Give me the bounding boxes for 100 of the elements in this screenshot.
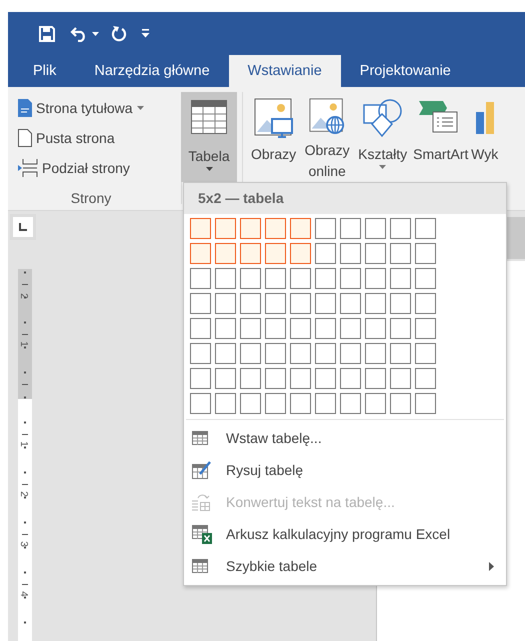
table-grid-cell[interactable] bbox=[340, 268, 361, 289]
table-grid-cell[interactable] bbox=[315, 243, 336, 264]
customize-icon[interactable] bbox=[141, 29, 150, 38]
table-grid-cell[interactable] bbox=[190, 393, 211, 414]
ribbon-tab[interactable]: Plik bbox=[14, 55, 76, 87]
ribbon-button[interactable]: Obrazy bbox=[248, 92, 300, 182]
table-grid-cell[interactable] bbox=[390, 343, 411, 364]
ribbon-button[interactable]: Pusta strona bbox=[18, 126, 176, 149]
table-grid-cell[interactable] bbox=[215, 318, 236, 339]
table-grid-cell[interactable] bbox=[290, 218, 311, 239]
table-grid-cell[interactable] bbox=[415, 343, 436, 364]
ribbon-button[interactable]: Kształty bbox=[355, 92, 410, 182]
table-grid-cell[interactable] bbox=[265, 293, 286, 314]
table-grid-cell[interactable] bbox=[290, 393, 311, 414]
table-grid-cell[interactable] bbox=[190, 243, 211, 264]
ribbon-button[interactable]: Podział strony bbox=[18, 156, 176, 179]
table-grid-cell[interactable] bbox=[190, 343, 211, 364]
table-grid-cell[interactable] bbox=[415, 318, 436, 339]
table-grid-cell[interactable] bbox=[415, 268, 436, 289]
table-grid-cell[interactable] bbox=[390, 293, 411, 314]
table-grid-cell[interactable] bbox=[390, 318, 411, 339]
table-grid-cell[interactable] bbox=[390, 243, 411, 264]
table-grid-cell[interactable] bbox=[240, 343, 261, 364]
ribbon-button[interactable]: Wyk bbox=[468, 92, 498, 182]
table-grid-cell[interactable] bbox=[315, 218, 336, 239]
table-grid-cell[interactable] bbox=[190, 318, 211, 339]
table-grid-cell[interactable] bbox=[365, 368, 386, 389]
table-grid-cell[interactable] bbox=[340, 218, 361, 239]
table-grid-cell[interactable] bbox=[365, 218, 386, 239]
table-grid-cell[interactable] bbox=[315, 293, 336, 314]
tab-stop-selector[interactable] bbox=[13, 217, 33, 237]
table-grid-cell[interactable] bbox=[240, 243, 261, 264]
table-grid-cell[interactable] bbox=[190, 368, 211, 389]
table-grid-cell[interactable] bbox=[340, 318, 361, 339]
table-grid-cell[interactable] bbox=[365, 393, 386, 414]
table-grid-cell[interactable] bbox=[265, 243, 286, 264]
table-grid-cell[interactable] bbox=[365, 343, 386, 364]
menu-item[interactable]: Arkusz kalkulacyjny programu Excel bbox=[184, 518, 506, 550]
undo-icon[interactable] bbox=[70, 26, 88, 42]
ribbon-button[interactable]: SmartArt bbox=[410, 92, 468, 182]
table-grid-cell[interactable] bbox=[240, 218, 261, 239]
table-button[interactable]: Tabela bbox=[181, 92, 237, 182]
table-grid-cell[interactable] bbox=[190, 293, 211, 314]
table-grid-cell[interactable] bbox=[340, 343, 361, 364]
table-grid-cell[interactable] bbox=[365, 293, 386, 314]
table-grid-cell[interactable] bbox=[290, 343, 311, 364]
table-grid-cell[interactable] bbox=[240, 318, 261, 339]
table-grid-cell[interactable] bbox=[190, 218, 211, 239]
redo-icon[interactable] bbox=[111, 25, 127, 42]
table-grid-cell[interactable] bbox=[390, 268, 411, 289]
table-grid-cell[interactable] bbox=[415, 293, 436, 314]
table-grid-cell[interactable] bbox=[390, 218, 411, 239]
ribbon-button[interactable]: Obrazy online bbox=[299, 92, 356, 182]
table-grid-cell[interactable] bbox=[340, 393, 361, 414]
table-grid-cell[interactable] bbox=[415, 393, 436, 414]
table-grid-cell[interactable] bbox=[240, 393, 261, 414]
table-grid-cell[interactable] bbox=[290, 268, 311, 289]
table-grid-cell[interactable] bbox=[215, 368, 236, 389]
table-grid-cell[interactable] bbox=[390, 368, 411, 389]
table-grid-cell[interactable] bbox=[265, 268, 286, 289]
table-grid-cell[interactable] bbox=[415, 218, 436, 239]
table-grid-cell[interactable] bbox=[215, 343, 236, 364]
table-grid-cell[interactable] bbox=[290, 368, 311, 389]
table-grid-cell[interactable] bbox=[315, 368, 336, 389]
table-grid-cell[interactable] bbox=[340, 368, 361, 389]
ribbon-button[interactable]: Strona tytułowa bbox=[18, 96, 176, 119]
table-grid-cell[interactable] bbox=[215, 268, 236, 289]
table-grid-cell[interactable] bbox=[265, 343, 286, 364]
table-grid-cell[interactable] bbox=[290, 318, 311, 339]
ribbon-tab[interactable]: Narzędzia główne bbox=[75, 55, 229, 87]
ribbon-tab[interactable]: Projektowanie bbox=[340, 55, 470, 87]
table-grid-cell[interactable] bbox=[315, 318, 336, 339]
table-grid-cell[interactable] bbox=[265, 218, 286, 239]
table-grid-cell[interactable] bbox=[240, 368, 261, 389]
table-grid-cell[interactable] bbox=[265, 318, 286, 339]
table-grid-cell[interactable] bbox=[365, 243, 386, 264]
table-grid-cell[interactable] bbox=[390, 393, 411, 414]
table-grid-cell[interactable] bbox=[415, 243, 436, 264]
table-grid-cell[interactable] bbox=[215, 293, 236, 314]
table-grid-cell[interactable] bbox=[215, 393, 236, 414]
table-grid-cell[interactable] bbox=[340, 243, 361, 264]
table-grid-cell[interactable] bbox=[315, 393, 336, 414]
table-grid-cell[interactable] bbox=[240, 268, 261, 289]
menu-item[interactable]: Szybkie tabele bbox=[184, 550, 506, 582]
table-grid-cell[interactable] bbox=[215, 243, 236, 264]
menu-item[interactable]: Wstaw tabelę... bbox=[184, 422, 506, 454]
ribbon-tab[interactable]: Wstawianie bbox=[228, 55, 341, 87]
table-grid-cell[interactable] bbox=[365, 318, 386, 339]
table-grid-cell[interactable] bbox=[290, 243, 311, 264]
table-grid-cell[interactable] bbox=[315, 268, 336, 289]
table-grid-cell[interactable] bbox=[365, 268, 386, 289]
table-grid-cell[interactable] bbox=[415, 368, 436, 389]
save-icon[interactable] bbox=[38, 24, 56, 42]
table-grid-cell[interactable] bbox=[265, 393, 286, 414]
table-grid-cell[interactable] bbox=[240, 293, 261, 314]
menu-item[interactable]: Rysuj tabelę bbox=[184, 454, 506, 486]
table-grid-cell[interactable] bbox=[290, 293, 311, 314]
caret-icon[interactable] bbox=[92, 32, 99, 36]
table-grid-cell[interactable] bbox=[190, 268, 211, 289]
table-grid-cell[interactable] bbox=[340, 293, 361, 314]
